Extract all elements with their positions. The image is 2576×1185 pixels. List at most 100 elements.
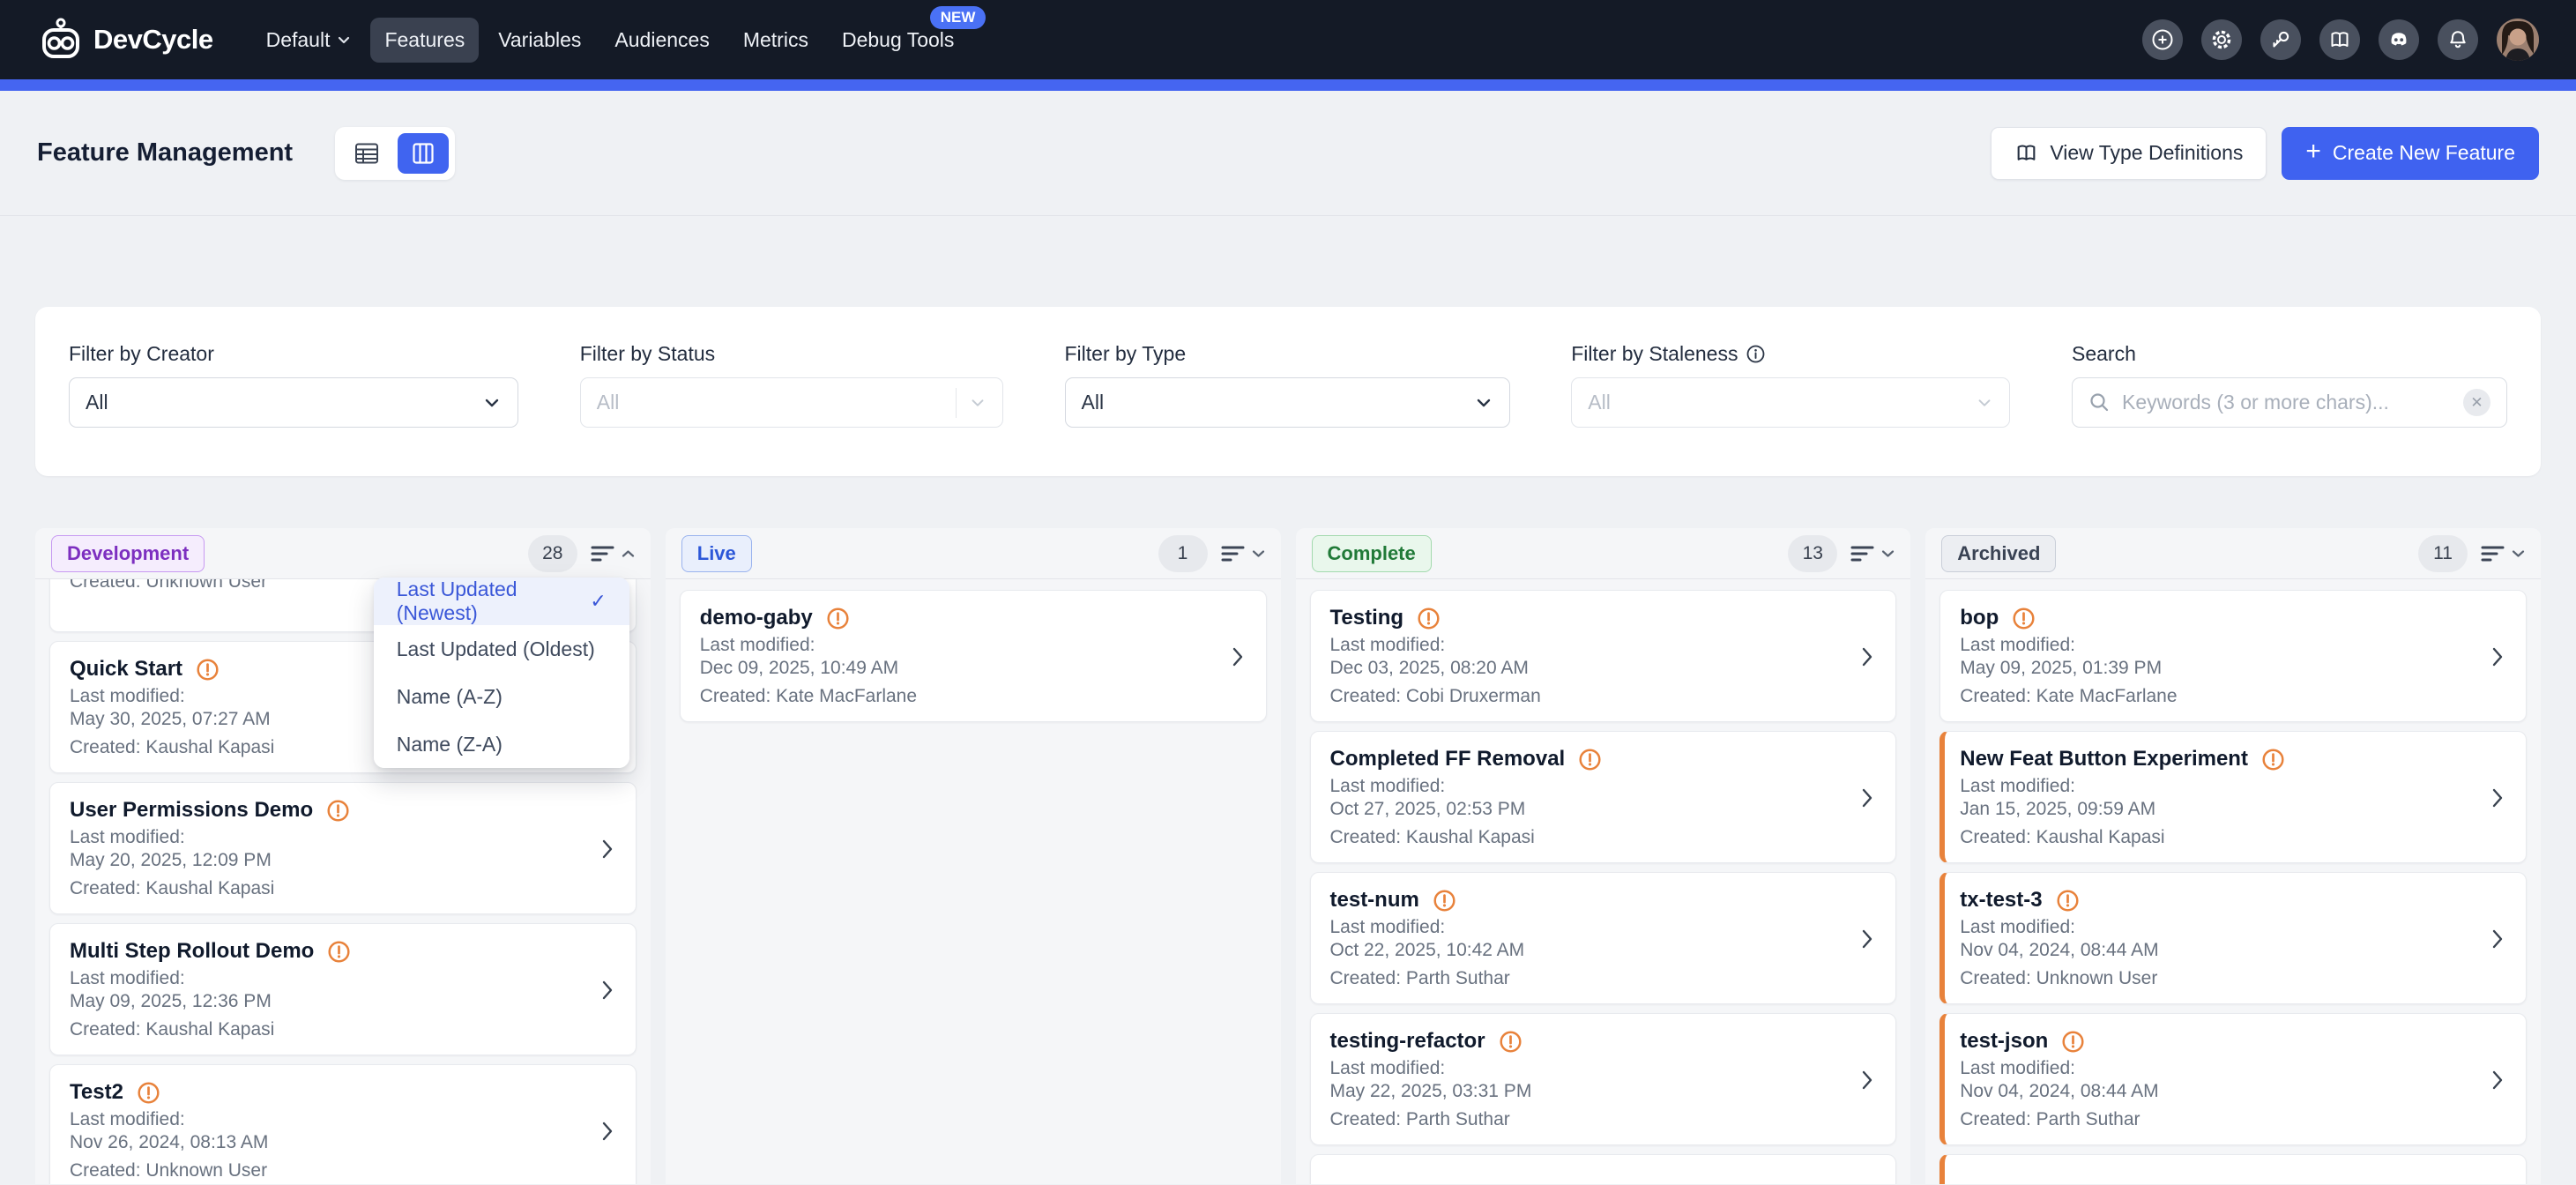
feature-card[interactable]: tx-test-3 Last modified: Nov 04, 2024, 0… xyxy=(1939,872,2527,1004)
created-by: Created: Kaushal Kapasi xyxy=(70,1018,590,1041)
feature-title: Completed FF Removal xyxy=(1330,747,1566,771)
stale-warning-icon xyxy=(327,940,351,964)
created-by: Created: Unknown User xyxy=(70,1159,590,1182)
feature-card[interactable]: Test2 Last modified: Nov 26, 2024, 08:13… xyxy=(49,1064,637,1184)
add-circle-button[interactable] xyxy=(2142,19,2183,60)
filter-type-select[interactable]: All xyxy=(1065,377,1510,428)
api-keys-key-button[interactable] xyxy=(2260,19,2301,60)
sort-menu-item[interactable]: Last Updated (Newest)✓ xyxy=(374,578,629,625)
column-count-badge: 13 xyxy=(1788,535,1837,572)
stale-warning-icon xyxy=(2261,748,2285,771)
brand-name: DevCycle xyxy=(93,24,213,56)
chevron-down-icon xyxy=(1976,394,1993,412)
column-sort-button[interactable] xyxy=(1850,544,1895,563)
column-sort-button[interactable] xyxy=(591,544,635,563)
page-title: Feature Management xyxy=(37,138,293,168)
feature-card[interactable]: test-num Last modified: Oct 22, 2025, 10… xyxy=(1310,872,1897,1004)
docs-book-button[interactable] xyxy=(2319,19,2360,60)
notifications-bell-button[interactable] xyxy=(2438,19,2478,60)
view-type-definitions-button[interactable]: View Type Definitions xyxy=(1991,127,2267,180)
nav-item-audiences[interactable]: Audiences xyxy=(600,18,723,63)
last-modified-label: Last modified: xyxy=(1330,634,1850,657)
column-sort-button[interactable] xyxy=(1221,544,1265,563)
feature-title: test-json xyxy=(1960,1029,2048,1054)
feature-card[interactable]: Multi Step Rollout Demo Last modified: M… xyxy=(49,923,637,1055)
last-modified-label: Last modified: xyxy=(70,826,590,849)
info-icon[interactable] xyxy=(1746,344,1766,364)
feature-card[interactable]: Completed FF Removal Last modified: Oct … xyxy=(1310,731,1897,863)
stale-warning-icon xyxy=(826,607,850,630)
chevron-down-icon xyxy=(482,393,502,413)
chevron-right-icon xyxy=(2489,645,2506,668)
nav-item-debug-tools[interactable]: Debug Tools NEW xyxy=(828,18,968,63)
chevron-down-icon xyxy=(337,33,351,47)
chevron-right-icon xyxy=(599,838,616,861)
nav-item-features[interactable]: Features xyxy=(370,18,479,63)
last-modified-date: May 20, 2025, 12:09 PM xyxy=(70,849,590,872)
last-modified-date: Nov 04, 2024, 08:44 AM xyxy=(1960,1080,2480,1103)
kanban-view-button[interactable] xyxy=(398,133,449,174)
created-by: Created: Parth Suthar xyxy=(1330,1108,1850,1131)
filter-creator-select[interactable]: All xyxy=(69,377,518,428)
feature-card[interactable]: Testing Last modified: Dec 03, 2025, 08:… xyxy=(1310,590,1897,722)
last-modified-label: Last modified: xyxy=(1960,916,2480,939)
created-by: Created: Kate MacFarlane xyxy=(1960,685,2480,708)
feature-card[interactable]: demo-paul xyxy=(1310,1154,1897,1184)
feature-card[interactable]: User Permissions Demo Last modified: May… xyxy=(49,782,637,914)
settings-gear-button[interactable] xyxy=(2201,19,2242,60)
filter-status-select[interactable]: All xyxy=(580,377,1003,428)
last-modified-label: Last modified: xyxy=(1330,1057,1850,1080)
user-avatar[interactable] xyxy=(2497,19,2539,61)
sort-direction-caret-icon xyxy=(1252,549,1265,558)
chevron-right-icon xyxy=(1858,786,1876,809)
stale-warning-icon xyxy=(2056,889,2080,913)
feature-card[interactable]: test-json Last modified: Nov 04, 2024, 0… xyxy=(1939,1013,2527,1145)
created-by: Created: Cobi Druxerman xyxy=(1330,685,1850,708)
sort-menu-item[interactable]: Last Updated (Oldest)✓ xyxy=(374,625,629,673)
last-modified-date: Dec 03, 2025, 08:20 AM xyxy=(1330,657,1850,680)
chevron-right-icon xyxy=(2489,1069,2506,1092)
feature-card[interactable]: bop Last modified: May 09, 2025, 01:39 P… xyxy=(1939,590,2527,722)
feature-card[interactable]: rachel-test xyxy=(1939,1154,2527,1184)
stale-warning-icon xyxy=(196,658,220,682)
chevron-down-icon xyxy=(1474,393,1493,413)
nav-item-default-project[interactable]: Default xyxy=(252,18,366,63)
feature-card[interactable]: testing-refactor Last modified: May 22, … xyxy=(1310,1013,1897,1145)
feature-card[interactable]: demo-gaby Last modified: Dec 09, 2025, 1… xyxy=(680,590,1267,722)
last-modified-label: Last modified: xyxy=(1960,775,2480,798)
last-modified-label: Last modified: xyxy=(1960,634,2480,657)
column-header: Live 1 xyxy=(666,528,1281,579)
clear-search-button[interactable]: ✕ xyxy=(2463,389,2490,416)
book-icon xyxy=(2014,141,2038,165)
nav-item-variables[interactable]: Variables xyxy=(484,18,595,63)
devcycle-brand[interactable]: DevCycle xyxy=(37,16,213,63)
column-sort-button[interactable] xyxy=(2481,544,2525,563)
devcycle-logo-icon xyxy=(37,16,85,63)
sort-lines-icon xyxy=(591,544,614,563)
filter-staleness-select[interactable]: All xyxy=(1571,377,2010,428)
feature-title: demo-gaby xyxy=(700,606,813,630)
table-view-button[interactable] xyxy=(341,133,392,174)
search-field: ✕ xyxy=(2072,377,2507,428)
feature-title: Test2 xyxy=(70,1080,123,1105)
created-by: Created: Parth Suthar xyxy=(1330,967,1850,990)
create-new-feature-button[interactable]: + Create New Feature xyxy=(2282,127,2539,180)
nav-item-metrics[interactable]: Metrics xyxy=(729,18,823,63)
chevron-right-icon xyxy=(599,979,616,1002)
created-by: Created: Kate MacFarlane xyxy=(700,685,1220,708)
chevron-right-icon xyxy=(2489,928,2506,950)
column-cards: demo-gaby Last modified: Dec 09, 2025, 1… xyxy=(666,579,1281,1184)
discord-button[interactable] xyxy=(2379,19,2419,60)
sort-menu-item[interactable]: Name (Z-A)✓ xyxy=(374,720,629,768)
chevron-right-icon xyxy=(2489,786,2506,809)
feature-title: test-num xyxy=(1330,888,1419,913)
board-column-archived: Archived 11 bop La xyxy=(1925,528,2541,1184)
last-modified-date: May 09, 2025, 01:39 PM xyxy=(1960,657,2480,680)
chevron-right-icon xyxy=(1858,928,1876,950)
search-input[interactable] xyxy=(2122,391,2463,414)
feature-card[interactable]: New Feat Button Experiment Last modified… xyxy=(1939,731,2527,863)
stale-warning-icon xyxy=(1417,607,1441,630)
column-header: Development 28 xyxy=(35,528,651,579)
sort-menu: Last Updated (Newest)✓Last Updated (Olde… xyxy=(374,578,629,768)
sort-menu-item[interactable]: Name (A-Z)✓ xyxy=(374,673,629,720)
